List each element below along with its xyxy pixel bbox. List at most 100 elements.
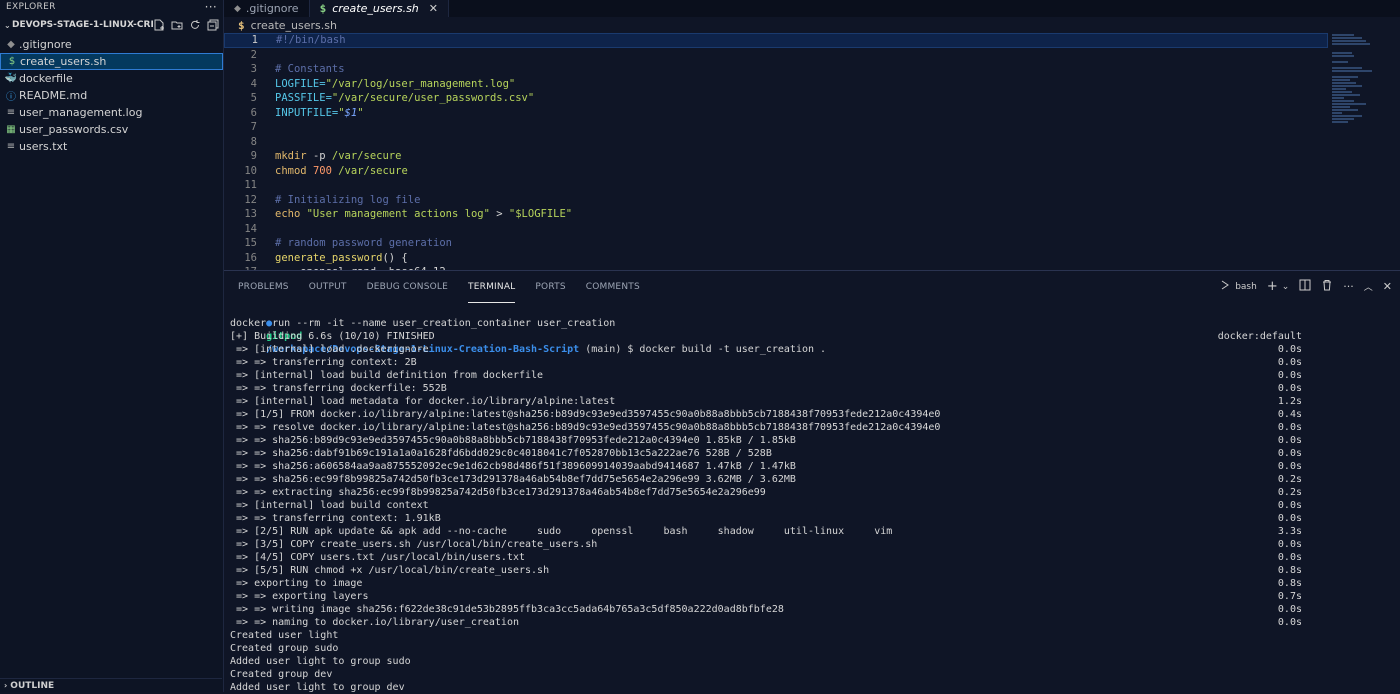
breadcrumb-file[interactable]: create_users.sh xyxy=(251,19,337,32)
code-line[interactable]: 5 PASSFILE= "/var/secure/user_passwords.cs… xyxy=(224,91,1328,106)
file-item[interactable]: $ create_users.sh xyxy=(0,53,223,70)
explorer-sidebar: EXPLORER ··· ⌄ DEVOPS-STAGE-1-LINUX-CREA… xyxy=(0,0,224,692)
terminal-line: Created group dev xyxy=(230,668,1390,681)
line-number: 11 xyxy=(244,179,257,192)
step-duration: 0.0s xyxy=(1277,552,1302,563)
terminal-line: => => writing image sha256:f622de38c91de… xyxy=(230,603,1390,616)
code-token: /var/secure xyxy=(331,150,402,163)
line-number: 13 xyxy=(244,208,257,221)
file-item[interactable]: ◆ .gitignore xyxy=(0,36,223,53)
terminal-line-text: => => extracting sha256:ec99f8b99825a742… xyxy=(230,487,766,498)
trash-icon[interactable] xyxy=(1321,279,1333,294)
code-line[interactable]: 13 echo "User management actions log" > "… xyxy=(224,207,1328,222)
code-line[interactable]: 14 xyxy=(224,222,1328,237)
terminal-line: => => sha256:ec99f8b99825a742d50fb3ce173… xyxy=(230,473,1390,486)
terminal-line-text: => [internal] load metadata for docker.i… xyxy=(230,396,616,407)
terminal-line-text: Created group dev xyxy=(230,669,333,680)
panel-tab-ports[interactable]: PORTS xyxy=(535,271,565,303)
code-line[interactable]: 8 xyxy=(224,135,1328,150)
file-item[interactable]: ≡ user_management.log xyxy=(0,104,223,121)
panel-tab-comments[interactable]: COMMENTS xyxy=(586,271,640,303)
tab-gitignore[interactable]: ◆ .gitignore xyxy=(224,0,310,17)
step-duration: 0.4s xyxy=(1277,409,1302,420)
code-line[interactable]: 4 LOGFILE= "/var/log/user_management.log" xyxy=(224,77,1328,92)
code-line[interactable]: 15 # random password generation xyxy=(224,236,1328,251)
minimap[interactable] xyxy=(1332,33,1392,133)
file-item[interactable]: ⓘ README.md xyxy=(0,87,223,104)
terminal-output[interactable]: ● gitpod /workspace/Devops-Stage-1-Linux… xyxy=(230,304,1390,694)
chevron-down-icon[interactable]: ⌄ xyxy=(4,21,12,30)
step-duration: docker:default xyxy=(1217,331,1302,342)
terminal-line-text: => [1/5] FROM docker.io/library/alpine:l… xyxy=(230,409,941,420)
code-line[interactable]: 10 chmod 700 /var/secure xyxy=(224,164,1328,179)
line-number: 10 xyxy=(244,164,257,177)
more-actions-icon[interactable]: ··· xyxy=(1343,280,1354,293)
file-name: users.txt xyxy=(19,140,68,153)
terminal-line: => [2/5] RUN apk update && apk add --no-… xyxy=(230,525,1390,538)
code-line[interactable]: 2 xyxy=(224,48,1328,63)
maximize-panel-icon[interactable]: ︿ xyxy=(1364,280,1373,293)
code-token: "User management actions log" xyxy=(306,208,490,221)
close-icon[interactable]: ✕ xyxy=(1383,280,1392,293)
tab-label: .gitignore xyxy=(245,2,299,15)
project-folder-name: DEVOPS-STAGE-1-LINUX-CREATI... xyxy=(12,20,153,30)
terminal-line: => => exporting layers 0.7s xyxy=(230,590,1390,603)
step-duration: 0.7s xyxy=(1277,591,1302,602)
project-folder-header[interactable]: ⌄ DEVOPS-STAGE-1-LINUX-CREATI... xyxy=(0,14,223,36)
terminal-line-text: => => sha256:a606584aa9aa875552092ec9e1d… xyxy=(230,461,796,472)
line-number: 6 xyxy=(250,106,257,119)
step-duration: 0.0s xyxy=(1277,422,1302,433)
step-duration: 0.2s xyxy=(1277,474,1302,485)
line-number: 3 xyxy=(250,63,257,76)
code-token: > xyxy=(489,208,509,221)
code-line[interactable]: 7 xyxy=(224,120,1328,135)
outline-section[interactable]: › OUTLINE xyxy=(0,678,222,692)
terminal-line-text: => [3/5] COPY create_users.sh /usr/local… xyxy=(230,539,598,550)
more-actions-icon[interactable]: ··· xyxy=(205,1,217,13)
terminal-line-text: => [2/5] RUN apk update && apk add --no-… xyxy=(230,526,893,537)
file-item[interactable]: ▦ user_passwords.csv xyxy=(0,121,223,138)
terminal-line: => => sha256:dabf91b69c191a1a0a1628fd6bd… xyxy=(230,447,1390,460)
code-token: /var/secure xyxy=(338,164,408,177)
code-editor[interactable]: 1 #!/bin/bash 2 3 # Constants 4 LOGFILE= "/var/… xyxy=(224,33,1328,270)
panel-tab-debug-console[interactable]: DEBUG CONSOLE xyxy=(367,271,448,303)
terminal-line-text: Created user light xyxy=(230,630,339,641)
chevron-right-icon[interactable]: › xyxy=(4,681,7,690)
new-file-icon[interactable] xyxy=(153,19,165,31)
breadcrumb[interactable]: $ create_users.sh xyxy=(238,19,337,32)
refresh-icon[interactable] xyxy=(189,19,201,31)
terminal-line-text: => => transferring context: 1.91kB xyxy=(230,513,441,524)
code-line[interactable]: 1 #!/bin/bash xyxy=(224,33,1328,48)
line-number: 5 xyxy=(250,92,257,105)
explorer-header: EXPLORER ··· xyxy=(0,0,223,14)
code-line[interactable]: 11 xyxy=(224,178,1328,193)
minimap-line xyxy=(1332,79,1350,81)
minimap-line xyxy=(1332,52,1352,54)
step-duration: 3.3s xyxy=(1277,526,1302,537)
panel-tab-terminal[interactable]: TERMINAL xyxy=(468,271,516,303)
tab-create-users[interactable]: $ create_users.sh ✕ xyxy=(309,0,449,17)
code-line[interactable]: 3 # Constants xyxy=(224,62,1328,77)
code-line[interactable]: 12 # Initializing log file xyxy=(224,193,1328,208)
file-item[interactable]: 🐳 dockerfile xyxy=(0,70,223,87)
terminal-line: => => resolve docker.io/library/alpine:l… xyxy=(230,421,1390,434)
terminal-line-text: => => transferring context: 2B xyxy=(230,357,417,368)
panel-tab-problems[interactable]: PROBLEMS xyxy=(238,271,289,303)
terminal-line: [+] Building 6.6s (10/10) FINISHED docker… xyxy=(230,330,1390,343)
file-item[interactable]: ≡ users.txt xyxy=(0,138,223,155)
split-terminal-icon[interactable] xyxy=(1299,279,1311,294)
chevron-down-icon[interactable]: ⌄ xyxy=(1282,282,1290,292)
code-token: -p xyxy=(312,150,332,163)
new-folder-icon[interactable] xyxy=(171,19,183,31)
add-terminal-icon[interactable]: + xyxy=(1267,279,1278,294)
close-icon[interactable]: ✕ xyxy=(429,2,438,15)
minimap-line xyxy=(1332,61,1348,63)
terminal-shell-selector[interactable]: bash xyxy=(1219,279,1257,294)
code-line[interactable]: 9 mkdir -p /var/secure xyxy=(224,149,1328,164)
panel-tab-output[interactable]: OUTPUT xyxy=(309,271,347,303)
code-line[interactable]: 6 INPUTFILE= " $1 " xyxy=(224,106,1328,121)
gitignore-icon: ◆ xyxy=(7,39,15,50)
step-duration: 0.0s xyxy=(1277,617,1302,628)
code-line[interactable]: 16 generate_password() { xyxy=(224,251,1328,266)
collapse-all-icon[interactable] xyxy=(207,19,219,31)
